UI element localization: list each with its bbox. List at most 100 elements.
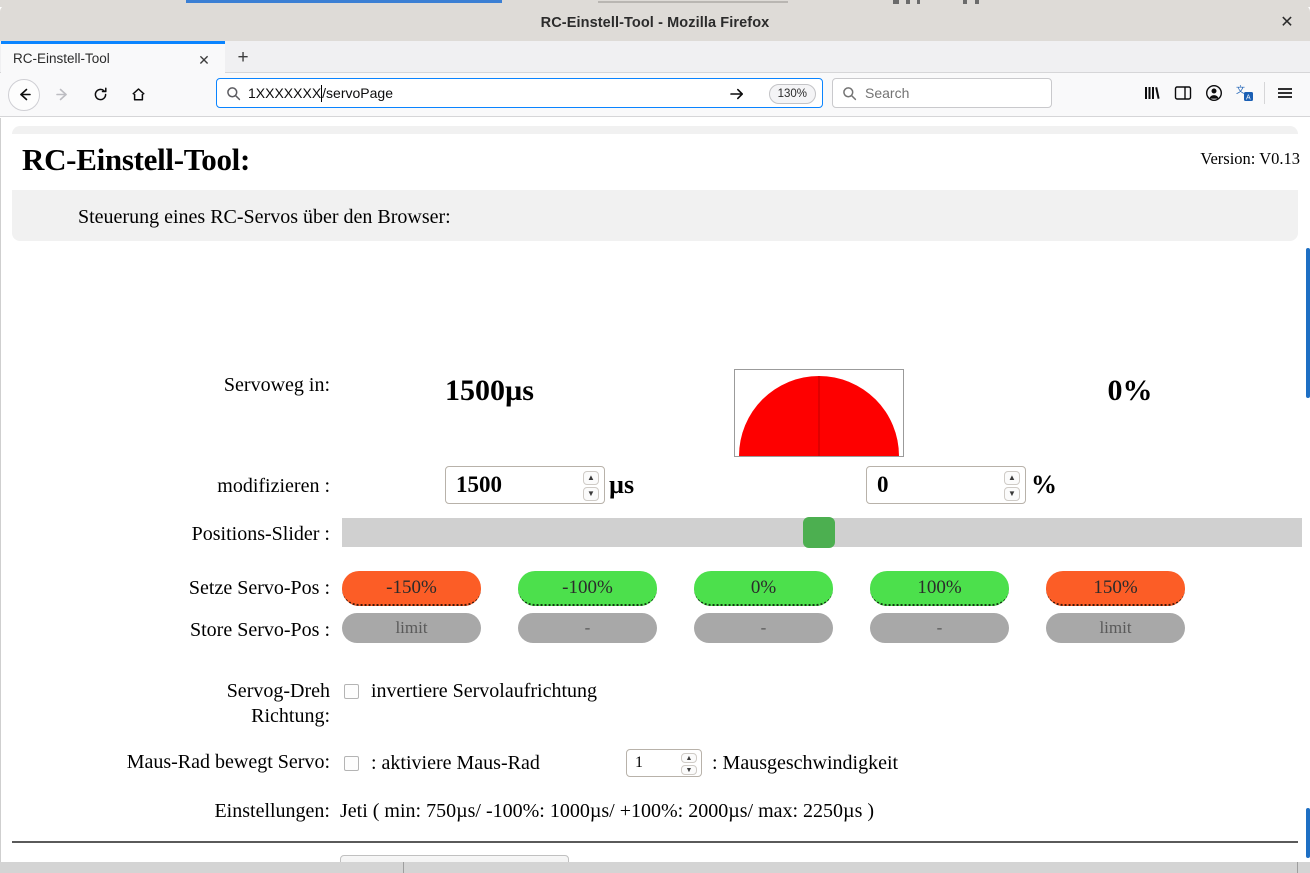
mouse-speed-stepper[interactable]: ▲ ▼ xyxy=(681,753,697,775)
store-pos-button-3[interactable]: - xyxy=(870,613,1009,643)
stepper-up-icon[interactable]: ▲ xyxy=(681,753,697,763)
stepper-up-icon[interactable]: ▲ xyxy=(583,471,599,485)
percent-unit-label: % xyxy=(1031,470,1057,499)
stepper-down-icon[interactable]: ▼ xyxy=(1004,487,1020,501)
browser-tab-rc-einstell-tool[interactable]: RC-Einstell-Tool ✕ xyxy=(1,41,225,73)
microseconds-unit-label: µs xyxy=(609,470,635,499)
home-icon[interactable] xyxy=(122,79,154,111)
percent-field[interactable] xyxy=(867,467,1025,503)
setze-pos-button-2[interactable]: 0% xyxy=(694,571,833,606)
account-icon[interactable] xyxy=(1198,78,1229,108)
section-divider xyxy=(12,841,1298,843)
tab-close-icon[interactable]: ✕ xyxy=(195,51,213,69)
url-value: 1XXXXXXX xyxy=(248,85,322,101)
bg-accent-6 xyxy=(963,0,967,4)
servo-percent-value: 0% xyxy=(1107,374,1153,407)
store-servo-pos-label: Store Servo-Pos : xyxy=(190,619,330,641)
stepper-up-icon[interactable]: ▲ xyxy=(1004,471,1020,485)
servoweg-label: Servoweg in: xyxy=(223,374,330,396)
positions-slider[interactable] xyxy=(342,517,1302,548)
settings-label: Einstellungen: xyxy=(214,800,330,822)
bg-accent-5 xyxy=(917,0,920,4)
mouse-wheel-enable-label: : aktiviere Maus-Rad xyxy=(371,752,540,774)
window-close-button[interactable]: ✕ xyxy=(1274,12,1300,34)
taskbar-seam-2 xyxy=(1297,862,1298,873)
store-pos-button-1[interactable]: - xyxy=(518,613,657,643)
bg-accent-7 xyxy=(975,0,979,4)
reload-icon[interactable] xyxy=(84,79,116,111)
page-content: RC-Einstell-Tool: Version: V0.13 Steueru… xyxy=(0,118,1310,873)
setze-servo-pos-label: Setze Servo-Pos : xyxy=(188,577,330,599)
svg-text:A: A xyxy=(1246,95,1251,102)
window-title: RC-Einstell-Tool - Mozilla Firefox xyxy=(540,15,770,31)
page-subtitle: Steuerung eines RC-Servos über den Brows… xyxy=(78,206,451,228)
gauge-needle xyxy=(818,376,820,456)
mouse-wheel-enable-row: : aktiviere Maus-Rad xyxy=(344,752,540,775)
store-pos-button-2[interactable]: - xyxy=(694,613,833,643)
bg-accent-4 xyxy=(906,0,910,4)
sidebar-icon[interactable] xyxy=(1167,78,1198,108)
back-arrow-icon[interactable] xyxy=(8,78,40,111)
tab-strip: RC-Einstell-Tool ✕ + xyxy=(0,41,1310,73)
page-scrollbar[interactable] xyxy=(1306,118,1310,873)
scrollbar-thumb-secondary[interactable] xyxy=(1306,808,1310,858)
tab-label: RC-Einstell-Tool xyxy=(13,51,110,66)
taskbar-seam-1 xyxy=(403,862,404,873)
setze-pos-button-3[interactable]: 100% xyxy=(870,571,1009,606)
mouse-speed-label: : Mausgeschwindigkeit xyxy=(712,752,899,774)
microseconds-field[interactable] xyxy=(446,467,604,503)
search-icon xyxy=(226,86,241,101)
store-servo-pos-buttons: limit - - - limit xyxy=(342,613,1302,643)
percent-stepper[interactable]: ▲ ▼ xyxy=(1004,471,1020,501)
search-icon xyxy=(842,86,857,101)
invert-direction-row: invertiere Servolaufrichtung xyxy=(344,680,597,703)
stepper-down-icon[interactable]: ▼ xyxy=(681,765,697,775)
mouse-wheel-label: Maus-Rad bewegt Servo: xyxy=(126,751,330,773)
slider-thumb[interactable] xyxy=(803,517,835,548)
search-bar[interactable]: Search xyxy=(832,78,1052,108)
url-input[interactable]: 1XXXXXXX/servoPage xyxy=(248,84,393,102)
toolbar-divider xyxy=(1264,82,1265,104)
version-label: Version: V0.13 xyxy=(1200,149,1300,168)
mouse-speed-input[interactable]: ▲ ▼ xyxy=(626,749,702,777)
invert-direction-label: invertiere Servolaufrichtung xyxy=(371,680,598,702)
translate-icon[interactable]: 文A xyxy=(1229,78,1260,108)
microseconds-stepper[interactable]: ▲ ▼ xyxy=(583,471,599,501)
firefox-window: RC-Einstell-Tool - Mozilla Firefox ✕ RC-… xyxy=(0,0,1310,873)
setze-servo-pos-buttons: -150% -100% 0% 100% 150% xyxy=(342,571,1302,606)
mouse-wheel-checkbox[interactable] xyxy=(344,756,359,771)
servo-microseconds-value: 1500µs xyxy=(445,374,534,407)
go-arrow-icon[interactable] xyxy=(726,83,748,105)
svg-text:文: 文 xyxy=(1236,84,1245,95)
library-icon[interactable] xyxy=(1136,78,1167,108)
new-tab-button[interactable]: + xyxy=(228,45,258,71)
scrollbar-thumb[interactable] xyxy=(1306,248,1310,398)
modify-label: modifizieren : xyxy=(217,475,330,497)
servo-direction-label: Servog-Dreh Richtung: xyxy=(0,679,330,729)
servo-direction-label-line2: Richtung: xyxy=(251,705,330,727)
bg-accent-3 xyxy=(893,0,899,4)
url-bar[interactable]: 1XXXXXXX/servoPage 130% xyxy=(216,78,823,108)
stepper-down-icon[interactable]: ▼ xyxy=(583,487,599,501)
url-suffix: /servoPage xyxy=(322,85,393,101)
toolbar-icon-group: 文A xyxy=(1136,78,1300,108)
percent-input[interactable]: ▲ ▼ xyxy=(866,466,1026,504)
zoom-level-badge[interactable]: 130% xyxy=(768,84,816,104)
store-pos-button-4[interactable]: limit xyxy=(1046,613,1185,643)
bg-accent-1 xyxy=(186,0,502,3)
microseconds-input[interactable]: ▲ ▼ xyxy=(445,466,605,504)
setze-pos-button-1[interactable]: -100% xyxy=(518,571,657,606)
search-input-placeholder[interactable]: Search xyxy=(865,85,909,101)
bg-accent-2 xyxy=(598,1,788,3)
forward-arrow-icon[interactable] xyxy=(46,79,78,111)
invert-direction-checkbox[interactable] xyxy=(344,684,359,699)
page-title: RC-Einstell-Tool: xyxy=(22,142,250,177)
setze-pos-button-0[interactable]: -150% xyxy=(342,571,481,606)
menu-icon[interactable] xyxy=(1269,78,1300,108)
servo-direction-label-line1: Servog-Dreh xyxy=(226,680,330,702)
positions-slider-label: Positions-Slider : xyxy=(191,523,330,545)
store-pos-button-0[interactable]: limit xyxy=(342,613,481,643)
setze-pos-button-4[interactable]: 150% xyxy=(1046,571,1185,606)
background-taskbar xyxy=(0,862,1310,873)
settings-value: Jeti ( min: 750µs/ -100%: 1000µs/ +100%:… xyxy=(340,800,875,822)
